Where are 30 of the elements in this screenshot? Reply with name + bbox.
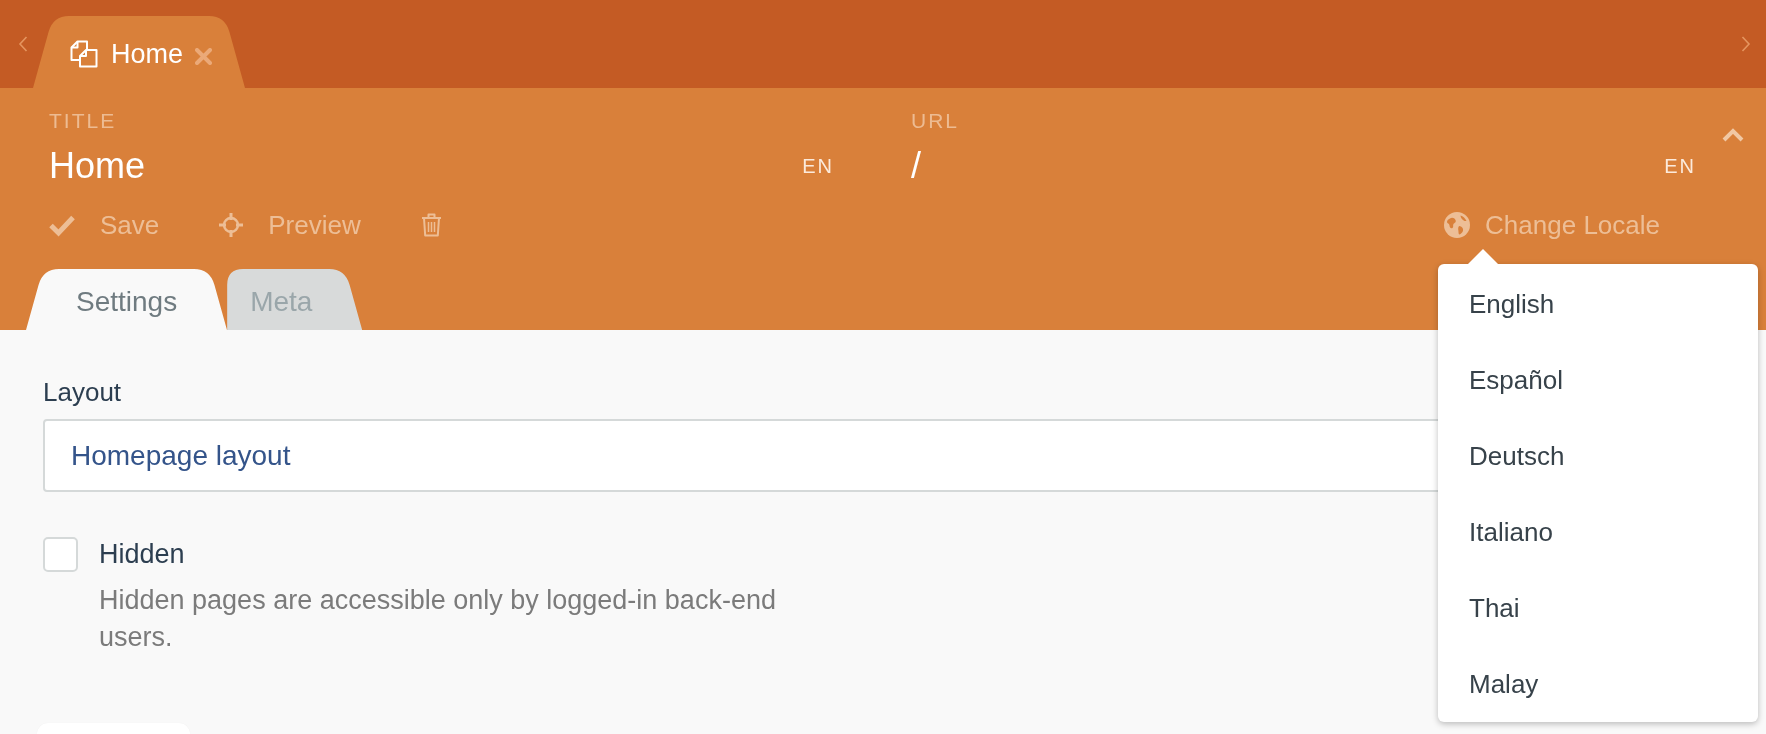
pages-icon [70, 40, 98, 68]
globe-icon [1444, 212, 1471, 238]
field-label: TITLE [49, 108, 117, 134]
locale-button[interactable]: EN [1664, 153, 1696, 179]
menu-item[interactable]: Malay [1438, 646, 1758, 722]
close-icon[interactable] [195, 47, 213, 65]
checkbox-label: Hidden [99, 538, 185, 571]
locale-button[interactable]: EN [802, 153, 834, 179]
change-locale-button[interactable]: Change Locale [1444, 208, 1660, 242]
menu-item[interactable]: Thai [1438, 570, 1758, 646]
preview-button[interactable]: Preview [219, 208, 361, 242]
trash-icon [420, 213, 442, 237]
menu-item[interactable]: Italiano [1438, 494, 1758, 570]
tab[interactable]: Settings [26, 269, 228, 330]
menu-item[interactable]: English [1438, 266, 1758, 342]
text-input[interactable]: Home EN [49, 141, 834, 191]
menu-item[interactable]: Español [1438, 342, 1758, 418]
save-button[interactable]: Save [49, 208, 160, 242]
delete-button[interactable] [420, 213, 442, 237]
text-input[interactable]: / EN [911, 141, 1696, 191]
tab[interactable]: Home [33, 16, 246, 88]
field-label: Layout [43, 377, 122, 407]
chevron-left-icon[interactable] [18, 36, 28, 52]
crosshair-icon [219, 213, 244, 237]
field-label: URL [911, 108, 959, 134]
chevron-right-icon[interactable] [1741, 36, 1751, 52]
chevron-up-icon[interactable] [1722, 128, 1744, 142]
checkbox[interactable] [43, 537, 78, 572]
tab[interactable]: Meta [227, 269, 363, 330]
help-text: Hidden pages are accessible only by logged-in back-end users. [99, 584, 777, 654]
